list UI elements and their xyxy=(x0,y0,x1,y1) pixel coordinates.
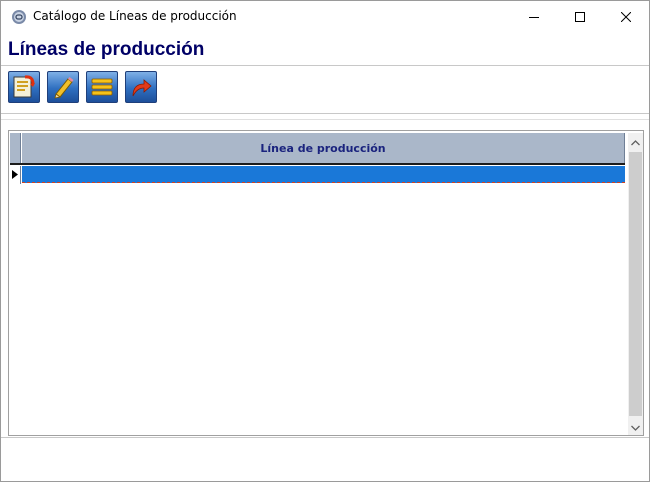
close-icon xyxy=(621,12,631,22)
close-button[interactable] xyxy=(603,1,649,33)
edit-button[interactable] xyxy=(47,71,79,103)
link-gear-icon xyxy=(11,9,27,25)
vertical-scrollbar[interactable] xyxy=(628,133,643,435)
scroll-thumb[interactable] xyxy=(629,152,642,416)
list-button[interactable] xyxy=(86,71,118,103)
scroll-track[interactable] xyxy=(628,150,643,418)
divider xyxy=(1,65,649,66)
maximize-icon xyxy=(575,12,585,22)
divider xyxy=(1,119,649,120)
divider xyxy=(1,113,649,114)
scroll-up-button[interactable] xyxy=(628,133,643,150)
minimize-icon xyxy=(529,12,539,22)
maximize-button[interactable] xyxy=(557,1,603,33)
row-indicator[interactable] xyxy=(10,166,21,184)
grid-corner-header xyxy=(10,133,21,163)
title-bar[interactable]: Catálogo de Líneas de producción xyxy=(1,1,649,33)
data-grid[interactable]: Línea de producción xyxy=(8,130,644,436)
scroll-down-button[interactable] xyxy=(628,418,643,435)
minimize-button[interactable] xyxy=(511,1,557,33)
new-document-icon xyxy=(11,74,37,100)
page-title: Líneas de producción xyxy=(8,39,205,60)
exit-button[interactable] xyxy=(125,71,157,103)
main-window: Catálogo de Líneas de producción Líneas … xyxy=(0,0,650,482)
table-row-selected[interactable] xyxy=(22,166,625,183)
chevron-up-icon xyxy=(631,133,640,151)
column-header-linea[interactable]: Línea de producción xyxy=(22,133,625,163)
return-arrow-icon xyxy=(128,74,154,100)
list-icon xyxy=(89,74,115,100)
pencil-icon xyxy=(50,74,76,100)
divider xyxy=(1,437,649,438)
window-title: Catálogo de Líneas de producción xyxy=(33,9,237,23)
new-record-button[interactable] xyxy=(8,71,40,103)
header-border xyxy=(10,163,625,165)
chevron-down-icon xyxy=(631,418,640,436)
